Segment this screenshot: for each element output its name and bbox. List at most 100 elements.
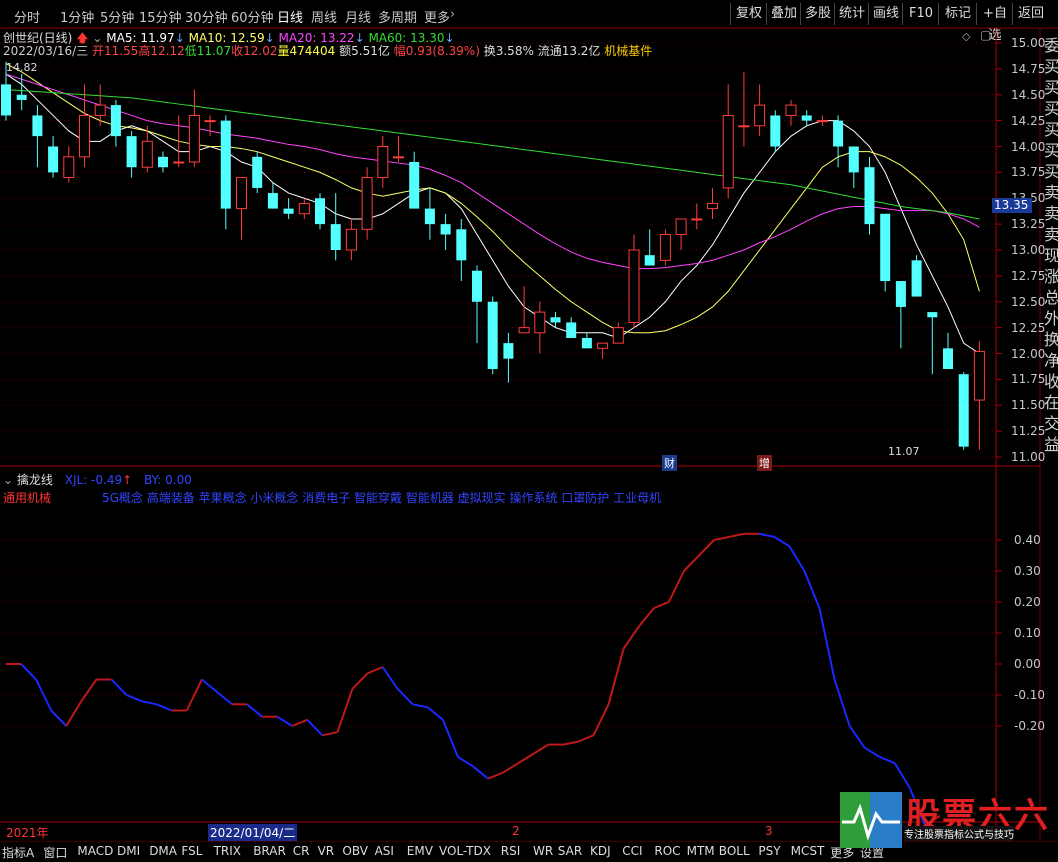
price-tick-label: 12.50 — [1011, 294, 1046, 309]
brand-logo: 股票六六 专注股票指标公式与技巧 — [838, 790, 1058, 848]
indicator-segment — [246, 703, 263, 718]
high-price-label: 14.82 — [6, 61, 38, 74]
candle-body — [361, 177, 373, 230]
indicator-tab[interactable]: SAR — [558, 844, 582, 858]
indicator-tab[interactable]: MACD — [77, 844, 113, 858]
indicator-tick-label: 0.20 — [1014, 595, 1041, 609]
indicator-tab[interactable]: BOLL — [719, 844, 750, 858]
price-tick-label: 11.75 — [1011, 372, 1046, 387]
indicator-segment — [351, 672, 369, 690]
price-tick-label: 11.50 — [1011, 398, 1046, 413]
indicator-tab[interactable]: KDJ — [590, 844, 611, 858]
indicator-tab[interactable]: BRAR — [253, 844, 286, 858]
price-tick-label: 15.00 — [1011, 36, 1046, 50]
indicator-tab[interactable]: 指标A — [2, 844, 34, 861]
candle-body — [173, 161, 185, 164]
candle-body — [345, 228, 357, 251]
indicator-tick-label: -0.10 — [1014, 688, 1046, 702]
indicator-segment — [893, 762, 911, 789]
low-price-label: 11.07 — [888, 445, 920, 458]
indicator-tab[interactable]: MTM — [687, 844, 715, 858]
candle-body — [675, 218, 687, 235]
candle-body — [973, 350, 985, 401]
candle-body — [864, 167, 875, 225]
indicator-tick-label: 0.10 — [1014, 626, 1041, 640]
price-tick-label: 12.25 — [1011, 320, 1046, 335]
dropdown-icon[interactable]: ⌄ — [3, 473, 13, 487]
indicator-segment — [833, 679, 851, 727]
indicator-tab[interactable]: EMV — [407, 844, 433, 858]
indicator-tab[interactable]: ASI — [375, 844, 394, 858]
x-label-month: 3 — [765, 824, 773, 838]
candle-body — [298, 202, 310, 215]
indicator-segment — [864, 746, 881, 758]
price-tick-label: 13.00 — [1011, 243, 1046, 257]
candle-body — [880, 213, 891, 282]
indicator-segment — [201, 678, 218, 693]
indicator-tab[interactable]: DMA — [149, 844, 177, 858]
indicator-name[interactable]: 擒龙线 — [17, 473, 53, 487]
indicator-tab[interactable]: VR — [318, 844, 335, 858]
xjl-value: XJL: -0.49 — [64, 473, 123, 487]
candle-body — [581, 337, 592, 349]
indicator-segment — [457, 756, 474, 768]
indicator-tab[interactable]: DMI — [117, 844, 140, 858]
candle-body — [895, 281, 906, 307]
x-label-month: 2 — [512, 824, 520, 838]
finance-marker[interactable]: 财 — [662, 455, 677, 471]
candle-body — [472, 270, 482, 302]
candle-body — [566, 322, 577, 338]
square-icon[interactable]: ▢ — [980, 28, 991, 42]
indicator-segment — [622, 626, 640, 650]
candle-body — [440, 224, 451, 235]
indicator-tick-label: -0.20 — [1014, 719, 1046, 733]
candle-body — [943, 348, 953, 370]
logo-subtitle: 专注股票指标公式与技巧 — [904, 826, 1014, 841]
indicator-segment — [879, 756, 896, 765]
indicator-tab[interactable]: CCI — [622, 844, 642, 858]
diamond-icon[interactable]: ◇ — [962, 30, 970, 43]
indicator-segment — [396, 688, 414, 705]
indicator-segment — [818, 607, 836, 680]
indicator-tab[interactable]: OBV — [342, 844, 368, 858]
indicator-tab[interactable]: ROC — [654, 844, 680, 858]
candle-body — [691, 218, 703, 221]
x-label-year: 2021年 — [6, 826, 49, 840]
increase-marker[interactable]: 增 — [757, 455, 772, 471]
indicator-tab[interactable]: VOL-TDX — [439, 844, 491, 858]
by-value: BY: 0.00 — [143, 473, 192, 487]
indicator-tab[interactable]: 窗口 — [43, 844, 67, 861]
side-panel-label: 益 — [1044, 435, 1058, 454]
indicator-tab[interactable]: PSY — [758, 844, 780, 858]
indicator-tick-label: 0.00 — [1014, 657, 1041, 671]
candle-body — [816, 120, 828, 123]
candle-body — [393, 156, 404, 159]
indicator-segment — [126, 694, 142, 703]
candle-body — [377, 146, 389, 179]
price-tick-label: 14.75 — [1011, 61, 1046, 76]
kline-chart[interactable] — [0, 0, 1058, 861]
indicator-segment — [653, 601, 670, 610]
price-tick-label: 14.25 — [1011, 113, 1046, 128]
indicator-segment — [50, 709, 67, 727]
indicator-tick-label: 0.40 — [1014, 533, 1041, 547]
indicator-segment — [803, 570, 821, 609]
indicator-segment — [291, 718, 308, 727]
indicator-segment — [532, 743, 549, 755]
candle-body — [1, 84, 11, 116]
indicator-tab[interactable]: CR — [293, 844, 310, 858]
candle-body — [330, 224, 341, 250]
indicator-sector: 通用机械 — [3, 491, 52, 505]
candle-body — [409, 162, 420, 209]
price-tick-label: 11.25 — [1011, 424, 1046, 439]
candle-body — [158, 156, 168, 168]
indicator-tab[interactable]: MCST — [791, 844, 825, 858]
indicator-tab[interactable]: WR — [533, 844, 553, 858]
indicator-segment — [156, 703, 173, 712]
indicator-tab[interactable]: FSL — [181, 844, 202, 858]
indicator-segment — [427, 706, 444, 721]
candle-body — [833, 120, 844, 147]
indicator-tab[interactable]: TRIX — [214, 844, 241, 858]
indicator-segment — [487, 771, 504, 780]
indicator-tab[interactable]: RSI — [501, 844, 521, 858]
